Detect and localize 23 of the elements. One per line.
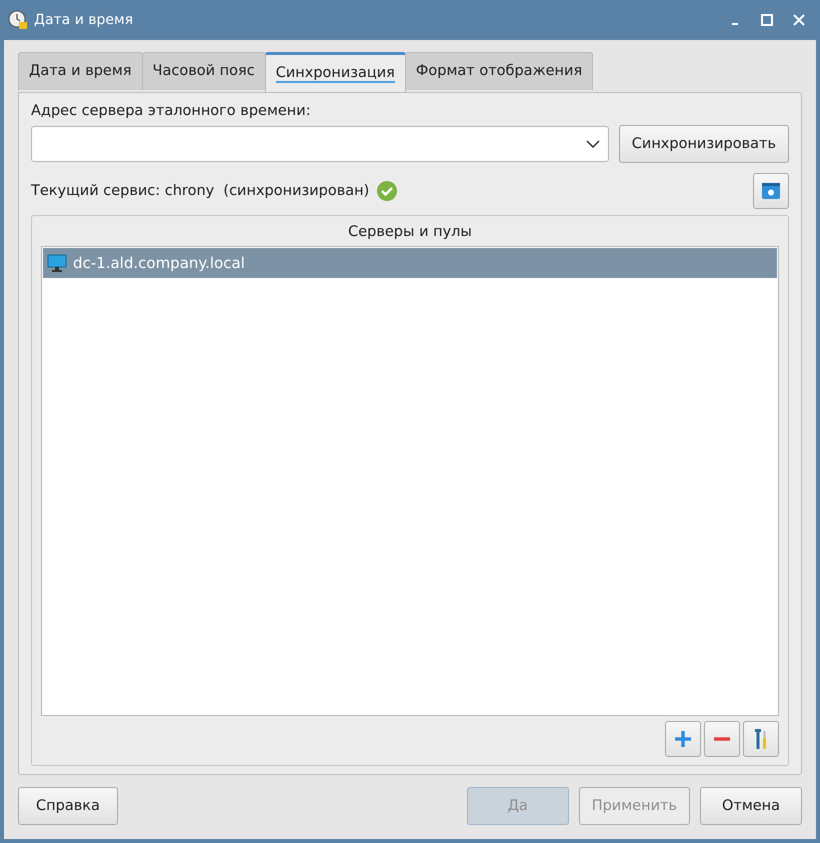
tab[interactable]: Синхронизация	[264, 52, 406, 92]
plus-icon	[674, 730, 692, 748]
monitor-icon	[47, 254, 67, 272]
synchronize-button[interactable]: Синхронизировать	[618, 125, 789, 163]
tools-button[interactable]	[743, 721, 779, 757]
clock-icon	[8, 10, 28, 30]
chevron-down-icon	[586, 140, 600, 148]
tab[interactable]: Формат отображения	[404, 52, 594, 90]
dialog-button[interactable]: Отмена	[700, 787, 802, 825]
settings-button[interactable]	[753, 173, 789, 209]
minus-icon	[713, 736, 731, 742]
tab[interactable]: Часовой пояс	[142, 52, 266, 90]
window-title: Дата и время	[34, 12, 134, 28]
status-text: Текущий сервис: chrony (синхронизирован)	[31, 183, 370, 199]
remove-button[interactable]	[704, 721, 740, 757]
tools-icon	[753, 728, 769, 750]
server-address-field[interactable]	[31, 126, 609, 162]
help-button[interactable]: Справка	[18, 787, 118, 825]
server-address-label: Адрес сервера эталонного времени:	[31, 103, 312, 119]
servers-title: Серверы и пулы	[347, 224, 473, 240]
tab[interactable]: Дата и время	[18, 52, 143, 90]
settings-window-icon	[761, 182, 781, 200]
add-button[interactable]	[665, 721, 701, 757]
